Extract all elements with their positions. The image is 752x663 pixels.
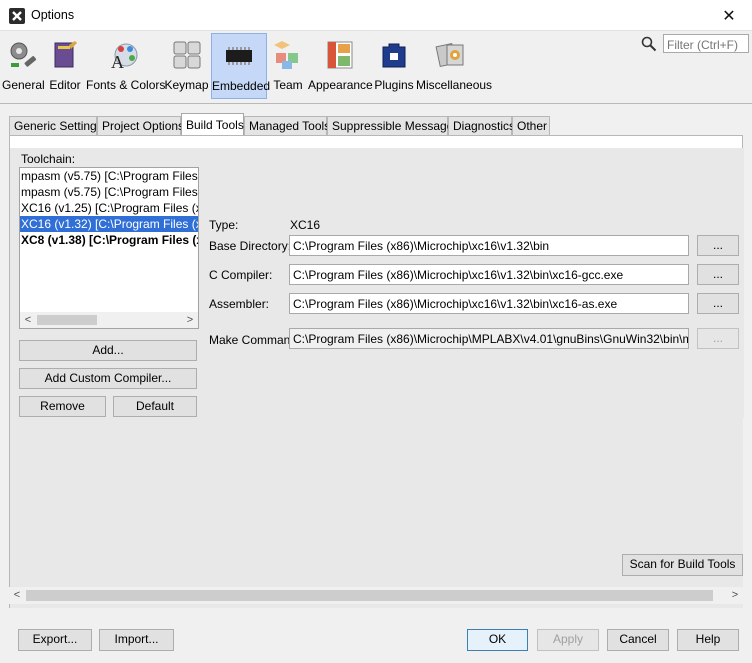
list-item[interactable]: mpasm (v5.75) [C:\Program Files (x86 [20,184,198,200]
list-item[interactable]: XC16 (v1.25) [C:\Program Files (x86)\ [20,200,198,216]
category-label: General [2,78,45,92]
scroll-left-icon[interactable]: < [20,312,36,328]
tab-managed-tools[interactable]: Managed Tools [244,116,330,135]
tab-suppressible-messages[interactable]: Suppressible Messages [327,116,459,135]
window-title: Options [31,8,75,22]
embedded-chip-icon [226,47,252,65]
category-label: Team [273,78,303,92]
scroll-right-icon[interactable]: > [182,312,198,328]
base-directory-label: Base Directory: [209,239,292,253]
help-button[interactable]: Help [677,629,739,651]
editor-icon [54,41,77,68]
toolchain-horizontal-scrollbar[interactable]: < > [20,312,198,328]
c-compiler-browse-button[interactable]: ... [697,264,739,285]
toolchain-list[interactable]: mpasm (v5.75) [C:\Program Files (x86 mpa… [19,167,199,329]
category-label: Keymap [164,78,209,92]
plugins-icon [382,43,406,68]
category-embedded[interactable]: Embedded [211,33,271,99]
search-icon [641,36,657,52]
category-label: Appearance [308,78,373,92]
base-directory-field[interactable]: C:\Program Files (x86)\Microchip\xc16\v1… [289,235,689,256]
window-close-button[interactable]: ✕ [706,0,752,31]
category-team[interactable]: Team [270,33,306,99]
fonts-colors-icon: A [111,43,138,71]
cancel-button[interactable]: Cancel [607,629,669,651]
base-directory-browse-button[interactable]: ... [697,235,739,256]
make-command-browse-button[interactable]: ... [697,328,739,349]
add-button[interactable]: Add... [19,340,197,361]
type-label: Type: [209,218,239,232]
c-compiler-label: C Compiler: [209,268,273,282]
toolbar-separator [0,103,752,104]
tab-project-options[interactable]: Project Options [97,116,184,135]
assembler-browse-button[interactable]: ... [697,293,739,314]
import-button[interactable]: Import... [99,629,174,651]
tab-build-tools[interactable]: Build Tools [181,113,244,136]
type-value: XC16 [290,218,321,232]
keymap-icon [173,41,200,69]
tab-other[interactable]: Other [512,116,550,135]
svg-text:A: A [111,52,124,71]
ok-button[interactable]: OK [467,629,528,651]
panel-lower-area [10,418,743,608]
category-appearance[interactable]: Appearance [308,33,373,99]
category-label: Miscellaneous [416,78,493,92]
scan-for-build-tools-button[interactable]: Scan for Build Tools [622,554,743,576]
add-custom-compiler-button[interactable]: Add Custom Compiler... [19,368,197,389]
appearance-icon [327,41,353,69]
make-command-field[interactable]: C:\Program Files (x86)\Microchip\MPLABX\… [289,328,689,349]
category-label: Fonts & Colors [86,78,166,92]
team-icon [274,41,298,69]
title-bar: Options ✕ [0,0,752,31]
toolchain-label: Toolchain: [21,152,76,166]
category-plugins[interactable]: Plugins [374,33,414,99]
c-compiler-field[interactable]: C:\Program Files (x86)\Microchip\xc16\v1… [289,264,689,285]
category-fonts-colors[interactable]: A Fonts & Colors [86,33,166,99]
category-keymap[interactable]: Keymap [164,33,209,99]
tab-diagnostics[interactable]: Diagnostics [448,116,515,135]
default-button[interactable]: Default [113,396,197,417]
scroll-left-icon[interactable]: < [9,587,25,603]
scrollbar-thumb[interactable] [37,315,97,325]
tab-generic-settings[interactable]: Generic Settings [9,116,103,135]
category-toolbar: General Editor A Fonts & Colors Keymap E… [0,31,752,103]
miscellaneous-icon [435,42,464,68]
close-icon: ✕ [722,7,736,25]
filter-input[interactable] [663,34,749,53]
scroll-right-icon[interactable]: > [727,587,743,603]
panel-horizontal-scrollbar[interactable]: < > [9,587,743,604]
general-icon [10,42,37,67]
scrollbar-thumb[interactable] [26,590,713,601]
list-item-selected[interactable]: XC16 (v1.32) [C:\Program Files (x86) [20,216,198,232]
assembler-label: Assembler: [209,297,270,311]
list-item-default[interactable]: XC8 (v1.38) [C:\Program Files (x [20,232,198,248]
category-label: Plugins [374,78,414,92]
app-logo-icon [9,8,25,24]
category-label: Embedded [212,79,271,93]
category-miscellaneous[interactable]: Miscellaneous [416,33,493,99]
category-general[interactable]: General [2,33,45,99]
make-command-label: Make Command: [209,333,301,347]
list-item[interactable]: mpasm (v5.75) [C:\Program Files (x86 [20,168,198,184]
category-label: Editor [49,78,81,92]
remove-button[interactable]: Remove [19,396,106,417]
category-editor[interactable]: Editor [47,33,83,99]
apply-button[interactable]: Apply [537,629,599,651]
export-button[interactable]: Export... [18,629,92,651]
assembler-field[interactable]: C:\Program Files (x86)\Microchip\xc16\v1… [289,293,689,314]
